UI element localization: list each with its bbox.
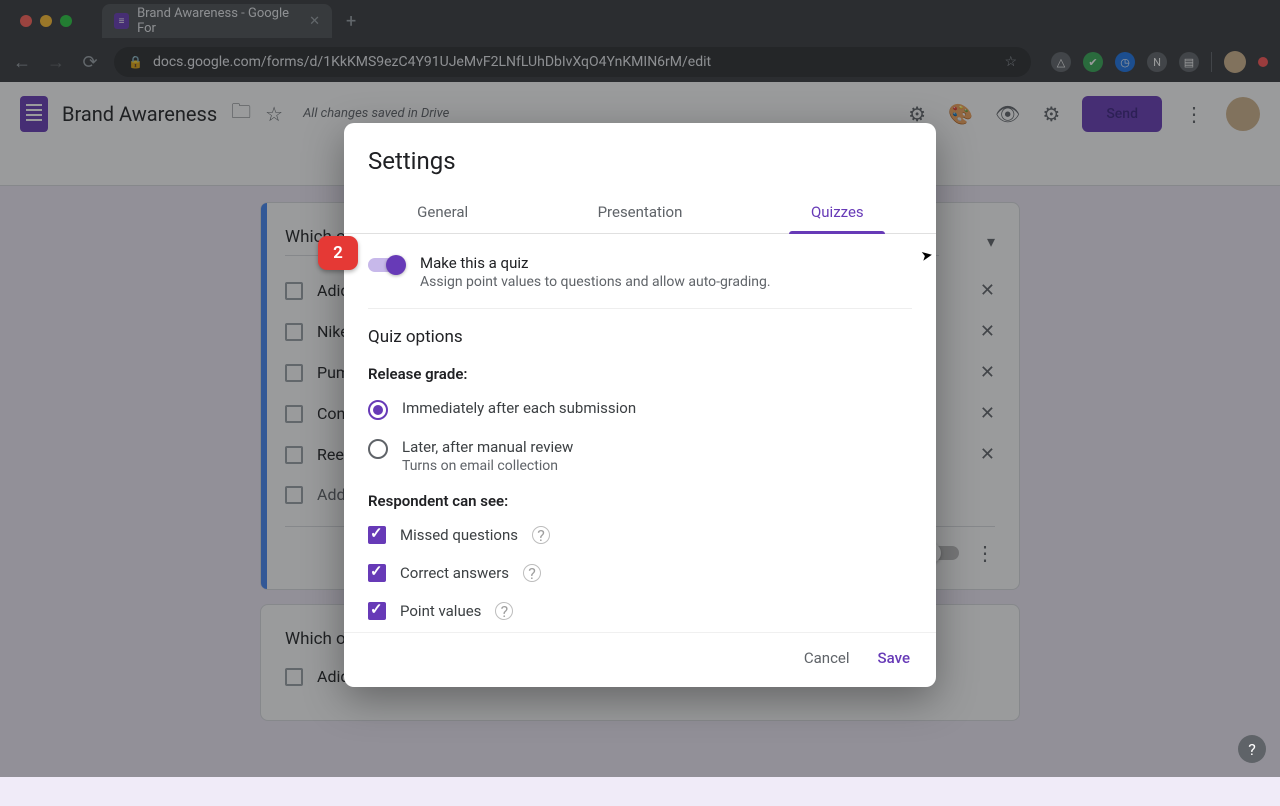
radio-unselected-icon[interactable] [368, 439, 388, 459]
help-fab[interactable]: ? [1238, 735, 1266, 763]
checkbox-checked-icon[interactable] [368, 564, 386, 582]
help-icon[interactable]: ? [523, 564, 541, 582]
make-quiz-desc: Assign point values to questions and all… [420, 274, 771, 290]
radio-selected-icon[interactable] [368, 400, 388, 420]
release-later-desc: Turns on email collection [402, 458, 573, 474]
tab-quizzes[interactable]: Quizzes [739, 191, 936, 233]
save-button[interactable]: Save [878, 649, 910, 667]
checkbox-checked-icon[interactable] [368, 602, 386, 620]
release-later-row[interactable]: Later, after manual review Turns on emai… [368, 438, 912, 474]
dialog-tabs: General Presentation Quizzes [344, 191, 936, 234]
help-icon[interactable]: ? [495, 602, 513, 620]
release-grade-heading: Release grade: [368, 365, 912, 383]
help-icon[interactable]: ? [532, 526, 550, 544]
dialog-footer: Cancel Save [344, 632, 936, 687]
release-later-label: Later, after manual review [402, 438, 573, 456]
missed-questions-row[interactable]: Missed questions ? [368, 526, 912, 544]
correct-answers-row[interactable]: Correct answers ? [368, 564, 912, 582]
correct-answers-label: Correct answers [400, 564, 509, 582]
cancel-button[interactable]: Cancel [804, 649, 850, 667]
tab-general[interactable]: General [344, 191, 541, 233]
make-quiz-label: Make this a quiz [420, 254, 771, 272]
point-values-label: Point values [400, 602, 481, 620]
tab-presentation[interactable]: Presentation [541, 191, 738, 233]
make-quiz-row: Make this a quiz Assign point values to … [368, 254, 912, 309]
make-quiz-toggle[interactable] [368, 258, 404, 272]
release-immediate-row[interactable]: Immediately after each submission [368, 399, 912, 420]
dialog-title: Settings [344, 123, 936, 191]
point-values-row[interactable]: Point values ? [368, 602, 912, 620]
settings-dialog: Settings General Presentation Quizzes Ma… [344, 123, 936, 687]
quiz-options-heading: Quiz options [368, 327, 912, 347]
annotation-badge: 2 [318, 236, 358, 270]
respondent-heading: Respondent can see: [368, 492, 912, 510]
cursor-icon: ➤ [920, 247, 934, 265]
missed-questions-label: Missed questions [400, 526, 518, 544]
release-immediate-label: Immediately after each submission [402, 399, 636, 417]
dialog-body: Make this a quiz Assign point values to … [344, 234, 936, 632]
checkbox-checked-icon[interactable] [368, 526, 386, 544]
